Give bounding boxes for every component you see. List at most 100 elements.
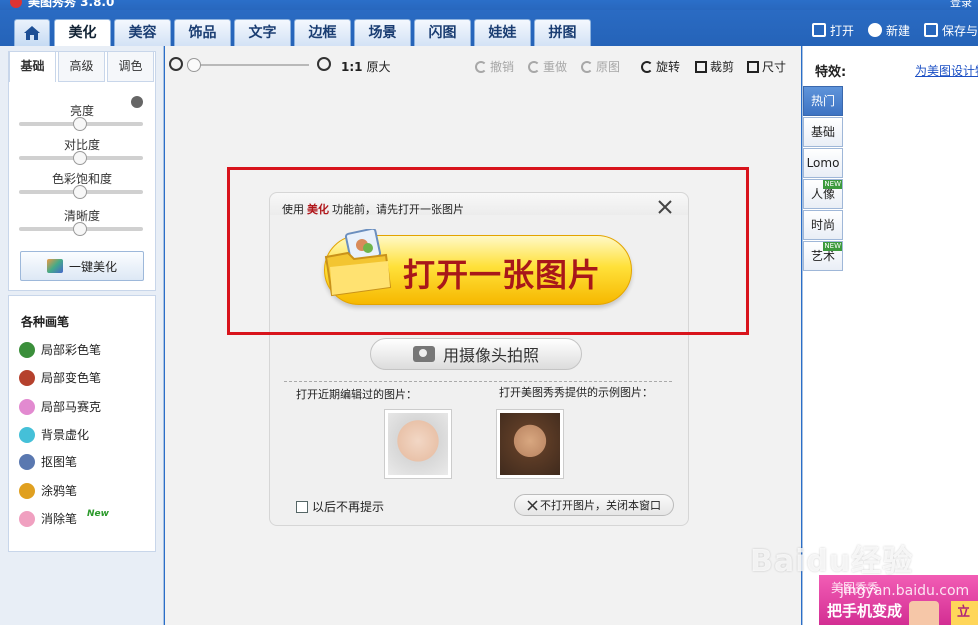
open-button[interactable]: 打开 bbox=[811, 22, 854, 39]
brush-local-recolor[interactable]: 局部变色笔 bbox=[19, 369, 101, 386]
baby-photo bbox=[388, 413, 448, 475]
ad-face-image bbox=[909, 601, 939, 625]
sample-thumbnail[interactable] bbox=[496, 409, 564, 479]
tab-flash[interactable]: 闪图 bbox=[414, 19, 471, 46]
brightness-slider[interactable] bbox=[19, 117, 143, 131]
sample-label: 打开美图秀秀提供的示例图片： bbox=[499, 386, 653, 399]
recent-label: 打开近期编辑过的图片： bbox=[296, 388, 417, 401]
size-button[interactable]: 尺寸 bbox=[747, 58, 786, 75]
close-window-button[interactable]: 不打开图片，关闭本窗口 bbox=[514, 494, 674, 516]
new-badge: NEW bbox=[823, 242, 842, 251]
adjust-box: 基础 高级 调色 亮度 对比度 色彩饱和度 清晰度 一键美化 bbox=[8, 51, 156, 291]
original-button[interactable]: 原图 bbox=[581, 58, 620, 75]
brush-title: 各种画笔 bbox=[21, 315, 70, 329]
tab-text[interactable]: 文字 bbox=[234, 19, 291, 46]
slider-knob[interactable] bbox=[73, 222, 87, 236]
design-link[interactable]: 为美图设计特 bbox=[915, 62, 978, 79]
cutout-icon bbox=[19, 453, 35, 470]
subtab-advanced[interactable]: 高级 bbox=[58, 52, 105, 82]
slider-knob[interactable] bbox=[73, 185, 87, 199]
category-portrait[interactable]: 人像 NEW bbox=[803, 179, 843, 209]
color-brush-icon bbox=[19, 341, 35, 358]
tab-face[interactable]: 美容 bbox=[114, 19, 171, 46]
original-icon bbox=[581, 60, 593, 73]
main-nav: 美化 美容 饰品 文字 边框 场景 闪图 娃娃 拼图 打开 新建 保存与 bbox=[0, 10, 978, 47]
plus-icon bbox=[867, 23, 882, 37]
slider-knob[interactable] bbox=[73, 117, 87, 131]
tab-border[interactable]: 边框 bbox=[294, 19, 351, 46]
category-hot[interactable]: 热门 bbox=[803, 86, 843, 116]
brush-eraser[interactable]: 消除笔 New bbox=[19, 508, 109, 527]
ad-button[interactable]: 立 bbox=[951, 601, 978, 625]
folder-icon bbox=[811, 23, 826, 37]
zoom-out-icon[interactable] bbox=[169, 57, 183, 71]
new-badge: NEW bbox=[823, 180, 842, 189]
tab-collage[interactable]: 拼图 bbox=[534, 19, 591, 46]
undo-button[interactable]: 撤销 bbox=[475, 58, 514, 75]
home-button[interactable] bbox=[14, 19, 50, 46]
canvas-toolbar: 1:1 原大 撤销 重做 原图 旋转 裁剪 尺寸 bbox=[165, 46, 801, 82]
no-remind-checkbox[interactable]: 以后不再提示 bbox=[296, 498, 384, 515]
recent-thumbnail[interactable] bbox=[384, 409, 452, 479]
eraser-icon bbox=[19, 510, 35, 527]
brush-cutout[interactable]: 抠图笔 bbox=[19, 453, 77, 470]
redo-icon bbox=[528, 60, 540, 73]
app-title: 美图秀秀 3.8.0 bbox=[28, 0, 115, 9]
redo-button[interactable]: 重做 bbox=[528, 58, 567, 75]
tab-doll[interactable]: 娃娃 bbox=[474, 19, 531, 46]
effects-label: 特效: bbox=[815, 65, 847, 80]
subtab-basic[interactable]: 基础 bbox=[9, 52, 56, 82]
crop-button[interactable]: 裁剪 bbox=[695, 58, 734, 75]
zoom-knob[interactable] bbox=[187, 58, 201, 72]
save-icon bbox=[923, 23, 938, 37]
recolor-brush-icon bbox=[19, 369, 35, 386]
nav-actions: 打开 新建 保存与 bbox=[811, 20, 978, 40]
rotate-icon bbox=[641, 60, 653, 73]
contrast-slider[interactable] bbox=[19, 151, 143, 165]
highlight-frame bbox=[227, 167, 749, 335]
brush-local-color[interactable]: 局部彩色笔 bbox=[19, 341, 101, 358]
camera-icon bbox=[412, 346, 435, 362]
original-size-button[interactable]: 1:1 原大 bbox=[341, 58, 391, 75]
left-panel: 基础 高级 调色 亮度 对比度 色彩饱和度 清晰度 一键美化 各种画笔 局部彩色… bbox=[0, 46, 164, 625]
subtab-color[interactable]: 调色 bbox=[107, 52, 154, 82]
new-button[interactable]: 新建 bbox=[867, 22, 910, 39]
x-icon bbox=[527, 499, 538, 511]
save-button[interactable]: 保存与 bbox=[923, 22, 978, 39]
category-fashion[interactable]: 时尚 bbox=[803, 210, 843, 240]
canvas-area: 1:1 原大 撤销 重做 原图 旋转 裁剪 尺寸 使用 美化 功能前，请先打开一张图片… bbox=[165, 46, 801, 625]
zoom-in-icon[interactable] bbox=[317, 57, 331, 71]
watermark-logo: Baidu经验 bbox=[750, 544, 914, 579]
zoom-slider[interactable] bbox=[191, 64, 309, 66]
category-lomo[interactable]: Lomo bbox=[803, 148, 843, 178]
resize-icon bbox=[747, 60, 759, 73]
camera-button[interactable]: 用摄像头拍照 bbox=[370, 338, 582, 370]
category-basic[interactable]: 基础 bbox=[803, 117, 843, 147]
divider bbox=[284, 381, 672, 382]
title-bar: 美图秀秀 3.8.0 登录 bbox=[0, 0, 978, 10]
beautify-icon bbox=[46, 259, 63, 273]
mosaic-icon bbox=[19, 398, 35, 415]
one-click-beautify-button[interactable]: 一键美化 bbox=[20, 251, 144, 281]
undo-icon bbox=[475, 60, 487, 73]
new-badge: New bbox=[87, 508, 109, 519]
pencil-icon bbox=[19, 482, 35, 499]
brush-blur-bg[interactable]: 背景虚化 bbox=[19, 426, 89, 443]
brush-mosaic[interactable]: 局部马赛克 bbox=[19, 398, 101, 415]
checkbox[interactable] bbox=[296, 500, 308, 513]
brush-box: 各种画笔 局部彩色笔 局部变色笔 局部马赛克 背景虚化 抠图笔 涂鸦笔 消除笔 N… bbox=[8, 295, 156, 552]
rotate-button[interactable]: 旋转 bbox=[641, 58, 680, 75]
app-logo-icon bbox=[10, 0, 22, 8]
watermark-url: jingyan.baidu.com bbox=[840, 583, 970, 599]
woman-photo bbox=[500, 413, 560, 475]
login-link[interactable]: 登录 bbox=[950, 0, 972, 10]
tab-scene[interactable]: 场景 bbox=[354, 19, 411, 46]
sharpness-slider[interactable] bbox=[19, 222, 143, 236]
home-icon bbox=[24, 26, 40, 40]
category-art[interactable]: 艺术 NEW bbox=[803, 241, 843, 271]
slider-knob[interactable] bbox=[73, 151, 87, 165]
brush-doodle[interactable]: 涂鸦笔 bbox=[19, 482, 77, 499]
saturation-slider[interactable] bbox=[19, 185, 143, 199]
tab-accessories[interactable]: 饰品 bbox=[174, 19, 231, 46]
tab-beautify[interactable]: 美化 bbox=[54, 19, 111, 47]
